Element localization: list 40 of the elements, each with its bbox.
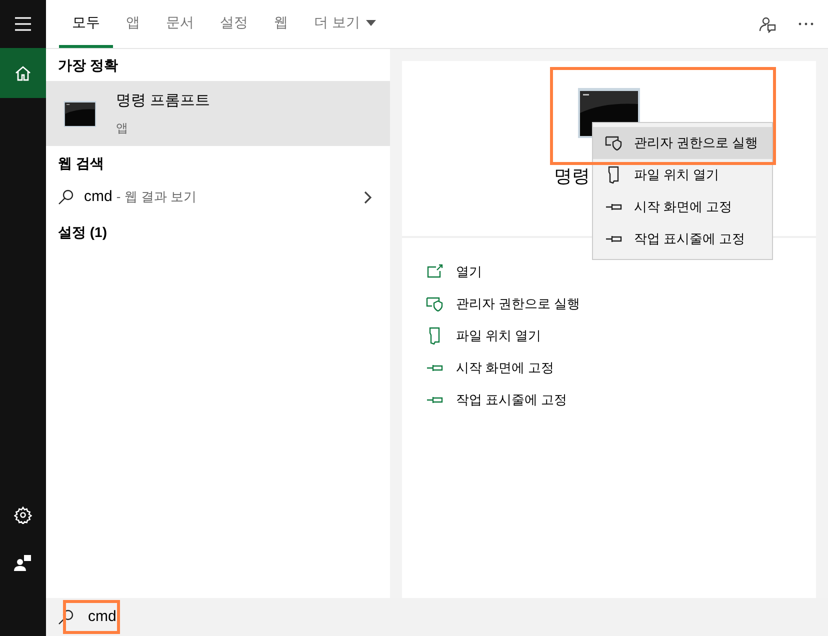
web-result-hint: - 웹 결과 보기: [116, 188, 197, 206]
user-feedback-icon: [14, 554, 32, 572]
section-heading: 가장 정확: [57, 56, 119, 74]
action-item[interactable]: 작업 표시줄에 고정: [426, 384, 816, 416]
action-item[interactable]: 관리자 권한으로 실행: [426, 288, 816, 320]
more-options-icon[interactable]: [798, 22, 814, 26]
section-heading: 설정 (1): [57, 222, 108, 242]
result-type: 앱: [116, 120, 129, 137]
search-icon: [58, 609, 74, 625]
home-icon: [14, 64, 32, 82]
tab[interactable]: 웹: [261, 0, 301, 48]
context-menu-item[interactable]: 시작 화면에 고정: [593, 191, 772, 223]
shield-icon: [426, 295, 444, 313]
context-menu-item[interactable]: 작업 표시줄에 고정: [593, 223, 772, 255]
search-field[interactable]: cmd: [88, 606, 288, 628]
sidebar-button[interactable]: [0, 48, 46, 98]
action-item[interactable]: 파일 위치 열기: [426, 320, 816, 352]
caret-icon: [366, 20, 376, 26]
context-menu-item[interactable]: 파일 위치 열기: [593, 159, 772, 191]
feedback-icon[interactable]: [758, 15, 776, 33]
app-title: 명령: [554, 166, 590, 186]
menu-icon: [14, 17, 32, 31]
context-menu-item[interactable]: 관리자 권한으로 실행: [593, 127, 772, 159]
result-title: 명령 프롬프트: [116, 91, 210, 112]
highlight-frame: [63, 600, 120, 634]
result-item[interactable]: 명령 프롬프트 앱: [46, 81, 390, 146]
tab[interactable]: 설정: [207, 0, 261, 48]
section-heading: 웹 검색: [57, 154, 105, 172]
tab[interactable]: 앱: [113, 0, 153, 48]
shield-icon: [605, 134, 623, 152]
settings-icon: [14, 506, 32, 524]
more-tab[interactable]: 더 보기: [301, 0, 389, 48]
tab[interactable]: 문서: [153, 0, 207, 48]
tab[interactable]: 모두: [59, 0, 113, 48]
action-item[interactable]: 시작 화면에 고정: [426, 352, 816, 384]
chevron-right-icon: [364, 190, 372, 204]
search-icon: [58, 189, 74, 205]
action-item[interactable]: 열기: [426, 256, 816, 288]
search-query: cmd: [84, 186, 112, 207]
web-search-result[interactable]: cmd - 웹 결과 보기: [46, 180, 390, 214]
